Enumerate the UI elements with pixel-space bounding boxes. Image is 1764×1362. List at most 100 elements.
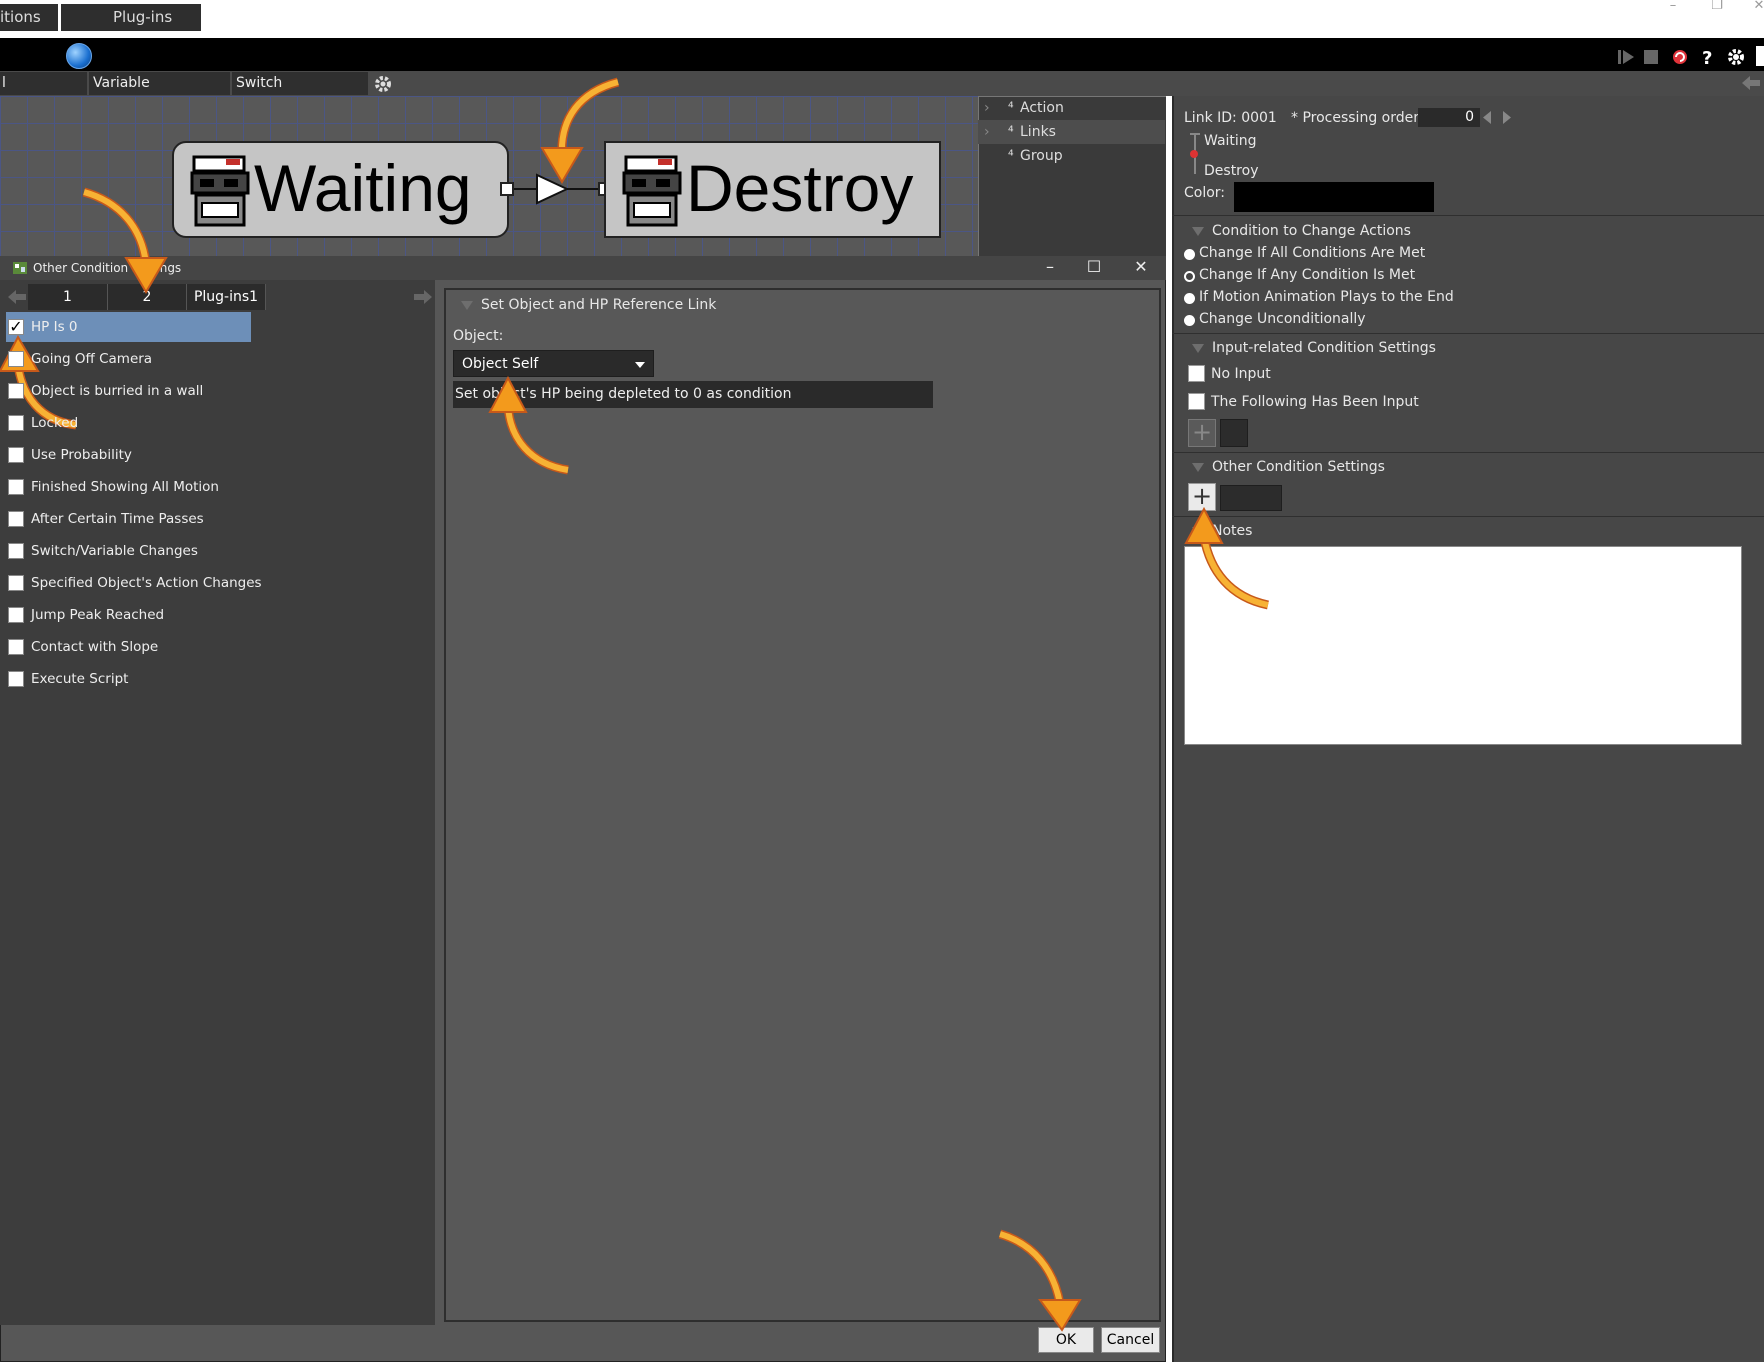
action-node-destroy[interactable]: Destroy xyxy=(604,141,941,238)
order-stepper-icon[interactable] xyxy=(1481,109,1515,126)
radio-label-all-conditions: Change If All Conditions Are Met xyxy=(1199,245,1426,261)
node-output-port[interactable] xyxy=(500,182,514,196)
condition-row[interactable]: Jump Peak Reached xyxy=(8,601,164,629)
app-menu-bar xyxy=(0,38,1764,71)
radio-all-conditions[interactable] xyxy=(1184,249,1195,260)
condition-row[interactable]: Contact with Slope xyxy=(8,633,158,661)
condition-checkbox[interactable] xyxy=(8,383,24,399)
condition-label: HP Is 0 xyxy=(31,319,78,335)
condition-label: Contact with Slope xyxy=(31,639,159,655)
detail-section-title[interactable]: Set Object and HP Reference Link xyxy=(461,297,716,313)
condition-row[interactable]: After Certain Time Passes xyxy=(8,505,204,533)
annotation-arrow-link xyxy=(540,77,620,184)
processing-order-input[interactable]: 0 xyxy=(1418,108,1480,127)
svg-text:?: ? xyxy=(1702,48,1712,67)
condition-checkbox[interactable] xyxy=(8,415,24,431)
condition-row[interactable]: Specified Object's Action Changes xyxy=(8,569,262,597)
condition-label: Locked xyxy=(31,415,79,431)
link-id: Link ID: 0001 xyxy=(1184,110,1277,126)
tab-relationship[interactable]: l relationship xyxy=(0,72,87,114)
tab-next-icon[interactable] xyxy=(414,290,432,304)
right-panel-header xyxy=(1166,71,1764,96)
radio-label-any-condition: Change If Any Condition Is Met xyxy=(1199,267,1416,283)
chevron-down-icon xyxy=(635,362,645,368)
link-path-icon xyxy=(1190,133,1200,174)
condition-row[interactable]: Object is burried in a wall xyxy=(8,377,203,405)
condition-label: Switch/Variable Changes xyxy=(31,543,198,559)
tab-prev-icon[interactable] xyxy=(8,290,26,304)
condition-label: Jump Peak Reached xyxy=(31,607,165,623)
tab-variable-management[interactable]: Variable management xyxy=(89,72,230,114)
condition-label: Finished Showing All Motion xyxy=(31,479,219,495)
condition-row[interactable]: Switch/Variable Changes xyxy=(8,537,198,565)
color-swatch[interactable] xyxy=(1234,182,1434,212)
no-input-checkbox[interactable] xyxy=(1188,365,1205,382)
condition-row[interactable]: Going Off Camera xyxy=(8,345,152,373)
tree-item-group[interactable]: ⁴ Group xyxy=(978,144,1165,168)
tab-switch-management[interactable]: Switch management xyxy=(232,72,368,114)
condition-checkbox[interactable]: ✓ xyxy=(8,319,24,335)
condition-label: Use Probability xyxy=(31,447,132,463)
back-arrow-icon[interactable] xyxy=(1742,76,1760,90)
dialog-minimize-button[interactable]: – xyxy=(1030,256,1070,280)
condition-checkbox[interactable] xyxy=(8,479,24,495)
condition-row[interactable]: Execute Script xyxy=(8,665,128,693)
condition-checkbox[interactable] xyxy=(8,607,24,623)
condition-row[interactable]: Use Probability xyxy=(8,441,132,469)
condition-label: Execute Script xyxy=(31,671,129,687)
play-icon[interactable] xyxy=(1616,47,1636,67)
collapse-triangle-icon xyxy=(1192,343,1204,353)
annotation-arrow-tab2 xyxy=(82,187,168,294)
condition-row[interactable]: Locked xyxy=(8,409,78,437)
condition-row[interactable]: ✓ HP Is 0 xyxy=(8,313,77,341)
condition-label: Object is burried in a wall xyxy=(31,383,204,399)
link-from-label: Waiting xyxy=(1204,133,1257,149)
dialog-close-button[interactable]: ✕ xyxy=(1121,256,1161,280)
os-close-button[interactable]: ✕ xyxy=(1744,0,1764,14)
collapse-triangle-icon xyxy=(1192,226,1204,236)
settings-gear-icon[interactable] xyxy=(373,74,393,94)
condition-checkbox[interactable] xyxy=(8,447,24,463)
radio-unconditional[interactable] xyxy=(1184,315,1195,326)
radio-label-motion-end: If Motion Animation Plays to the End xyxy=(1199,289,1454,305)
node-label-waiting: Waiting xyxy=(254,151,472,225)
record-icon[interactable] xyxy=(1670,47,1690,67)
condition-label: Going Off Camera xyxy=(31,351,153,367)
annotation-arrow-add-condition xyxy=(1184,506,1270,610)
section-input-conditions[interactable]: Input-related Condition Settings xyxy=(1192,340,1436,356)
link-to-label: Destroy xyxy=(1204,163,1259,179)
node-label-destroy: Destroy xyxy=(686,151,914,225)
help-icon[interactable]: ? xyxy=(1698,47,1718,67)
section-change-conditions[interactable]: Condition to Change Actions xyxy=(1192,223,1411,239)
os-restore-button[interactable]: ❐ xyxy=(1702,0,1732,14)
os-minimize-button[interactable]: – xyxy=(1658,0,1688,14)
add-input-button[interactable]: + xyxy=(1188,419,1216,447)
action-node-waiting[interactable]: Waiting xyxy=(172,141,509,238)
gear-icon[interactable] xyxy=(1726,47,1746,67)
object-label: Object: xyxy=(453,328,504,344)
condition-checkbox[interactable] xyxy=(8,351,24,367)
radio-motion-end[interactable] xyxy=(1184,293,1195,304)
dialog-maximize-button[interactable]: ☐ xyxy=(1074,256,1114,280)
following-input-checkbox[interactable] xyxy=(1188,393,1205,410)
collapse-triangle-icon xyxy=(1192,462,1204,472)
stop-icon[interactable] xyxy=(1641,47,1661,67)
app-icon xyxy=(13,262,27,274)
input-list[interactable] xyxy=(1220,419,1248,447)
menu-tab-plugins[interactable]: Plug-ins xyxy=(61,4,201,31)
section-other-conditions[interactable]: Other Condition Settings xyxy=(1192,459,1385,475)
condition-checkbox[interactable] xyxy=(8,511,24,527)
condition-checkbox[interactable] xyxy=(8,671,24,687)
menu-tab-positions[interactable]: itions xyxy=(0,4,58,31)
condition-row[interactable]: Finished Showing All Motion xyxy=(8,473,219,501)
condition-checkbox[interactable] xyxy=(8,639,24,655)
section-divider xyxy=(1172,452,1764,453)
condition-label: Specified Object's Action Changes xyxy=(31,575,262,591)
radio-any-condition[interactable] xyxy=(1184,271,1195,282)
annotation-arrow-ok xyxy=(998,1229,1082,1332)
condition-checkbox[interactable] xyxy=(8,575,24,591)
os-title-bar xyxy=(0,0,1764,38)
tree-item-action[interactable]: › ⁴ Action xyxy=(978,96,1165,120)
tree-item-links[interactable]: › ⁴ Links xyxy=(978,120,1165,144)
condition-checkbox[interactable] xyxy=(8,543,24,559)
